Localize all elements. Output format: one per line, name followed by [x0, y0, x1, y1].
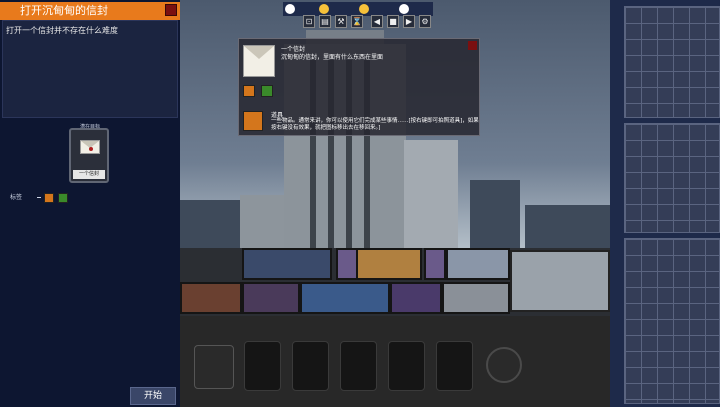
- room[interactable]: [442, 282, 510, 314]
- tooltip-sub-description: 一些物品。通常来讲，你可以使用它们完成某些事情……[按右键即可拍照道具]，如果按…: [271, 118, 479, 131]
- play-icon[interactable]: ▶: [403, 15, 415, 28]
- task-title: 打开沉甸甸的信封: [0, 2, 180, 20]
- close-icon[interactable]: [165, 4, 177, 16]
- stairwell[interactable]: [336, 248, 358, 280]
- inventory-grid[interactable]: [624, 238, 720, 404]
- background-building: [180, 200, 240, 250]
- settings-icon[interactable]: ⚙: [419, 15, 431, 28]
- stairwell[interactable]: [424, 248, 446, 280]
- moon-icon: [399, 4, 409, 14]
- game-screen: 打开沉甸甸的信封 打开一个信封并不存在什么难度 潜在目标 一个信封 标签 开始: [0, 0, 720, 407]
- inventory-grid[interactable]: [624, 6, 720, 118]
- rewind-icon[interactable]: ◀: [371, 15, 383, 28]
- inventory-panel: [610, 0, 720, 407]
- task-description-box: 打开一个信封并不存在什么难度: [2, 20, 178, 118]
- tooltip-description: 沉甸甸的信封，里面有什么东西在里面: [281, 54, 384, 61]
- gear-icon[interactable]: [486, 347, 522, 383]
- card-slot[interactable]: [436, 341, 473, 391]
- toolbar: ⊡ ▤ ⚒ ⌛ ◀ ■ ▶ ⚙: [297, 15, 434, 31]
- background-building: [470, 180, 520, 250]
- notes-icon[interactable]: ▤: [319, 15, 331, 28]
- room[interactable]: [242, 248, 332, 280]
- room[interactable]: [356, 248, 422, 280]
- side-building: [510, 250, 610, 312]
- pause-icon[interactable]: ■: [387, 15, 399, 28]
- envelope-card[interactable]: 一个信封: [69, 128, 109, 183]
- room[interactable]: [446, 248, 510, 280]
- time-of-day-bar: [283, 2, 433, 16]
- building-wing-right: [404, 140, 458, 250]
- screen-icon[interactable]: ⊡: [303, 15, 315, 28]
- item-tag-icon: [243, 85, 255, 97]
- card-slot[interactable]: [340, 341, 377, 391]
- card-slot[interactable]: [292, 341, 329, 391]
- moon-icon: [285, 4, 295, 14]
- room[interactable]: [390, 282, 442, 314]
- item-tooltip: 一个信封 沉甸甸的信封，里面有什么东西在里面 道具 一些物品。通常来讲，你可以使…: [238, 38, 480, 136]
- task-panel: 打开沉甸甸的信封 打开一个信封并不存在什么难度 潜在目标 一个信封 标签 开始: [0, 0, 180, 407]
- start-button[interactable]: 开始: [130, 387, 176, 405]
- map-book-icon[interactable]: [194, 345, 234, 389]
- close-icon[interactable]: [468, 41, 477, 50]
- background-building: [525, 205, 610, 250]
- card-slot[interactable]: [388, 341, 425, 391]
- card-slot[interactable]: [244, 341, 281, 391]
- gift-tag-icon[interactable]: [58, 193, 68, 203]
- card-label: 一个信封: [73, 170, 105, 179]
- item-category-icon: [243, 111, 263, 131]
- task-description: 打开一个信封并不存在什么难度: [6, 26, 118, 35]
- envelope-icon: [80, 140, 100, 154]
- hourglass-icon[interactable]: ⌛: [351, 15, 363, 28]
- gift-tag-icon: [261, 85, 273, 97]
- tags-label: 标签: [10, 194, 23, 201]
- room[interactable]: [180, 282, 242, 314]
- sun-icon: [319, 4, 329, 14]
- stairwell[interactable]: [242, 282, 300, 314]
- envelope-icon: [243, 45, 275, 77]
- item-tag-icon[interactable]: [44, 193, 54, 203]
- tag-divider: [37, 197, 41, 198]
- inventory-grid[interactable]: [624, 123, 720, 233]
- room[interactable]: [300, 282, 390, 314]
- building-wing-left: [240, 195, 288, 250]
- tools-icon[interactable]: ⚒: [335, 15, 347, 28]
- sun-icon: [359, 4, 369, 14]
